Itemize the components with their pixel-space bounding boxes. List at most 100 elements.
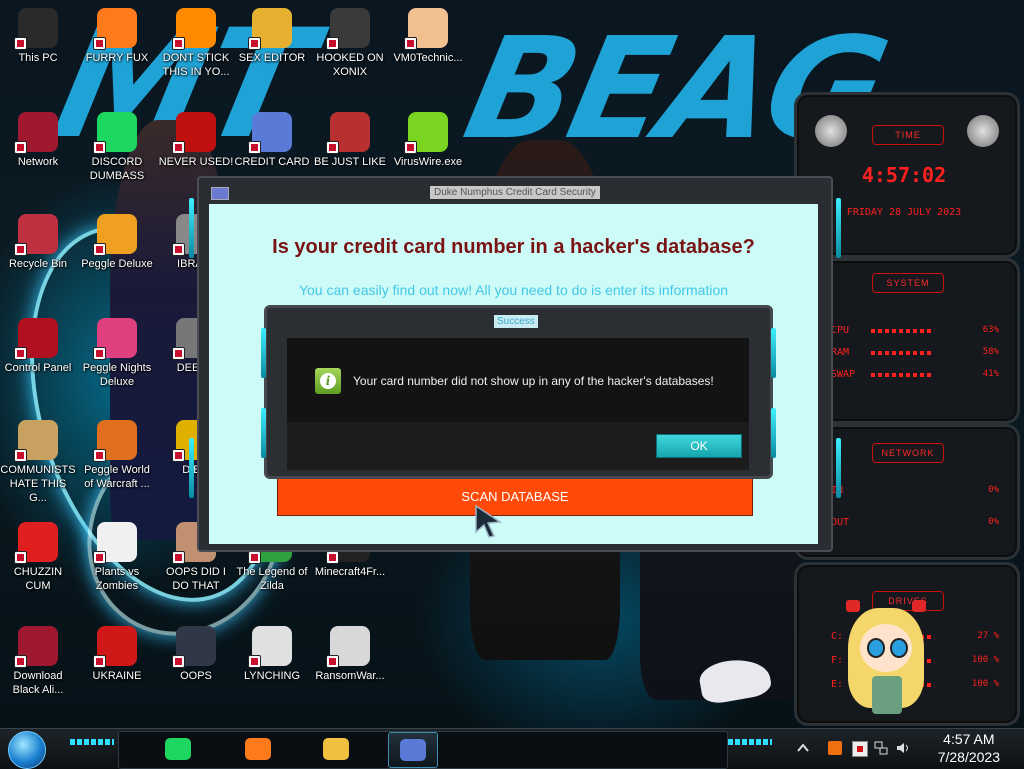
desktop-icon[interactable]: NEVER USED! [158, 112, 234, 169]
shortcut-arrow-icon [14, 551, 27, 564]
shortcut-arrow-icon [326, 141, 339, 154]
alien-head-icon [815, 115, 847, 147]
widget-usage-bar [871, 373, 931, 377]
desktop-icon[interactable]: UKRAINE [79, 626, 155, 683]
desktop-icon[interactable]: Control Panel [0, 318, 76, 375]
desktop-icon-label: CHUZZIN CUM [13, 566, 63, 592]
lime-icon [404, 112, 448, 154]
flag-icon[interactable] [852, 741, 868, 757]
desktop-icon[interactable]: RansomWar... [312, 626, 388, 683]
shortcut-arrow-icon [14, 243, 27, 256]
desktop-icon[interactable]: Plants vs Zombies [79, 522, 155, 593]
window-led-strip [836, 438, 841, 498]
desktop-icon[interactable]: HOOKED ON XONIX [312, 8, 388, 79]
widget-row-value: 63% [982, 325, 999, 335]
desktop-icon[interactable]: Peggle Deluxe [79, 214, 155, 271]
santa-icon [326, 112, 370, 154]
desktop-icon-label: DONT STICK THIS IN YO... [162, 52, 230, 78]
dev-cpp-icon [172, 112, 216, 154]
desktop-icon[interactable]: OOPS [158, 626, 234, 683]
credit-card-icon [400, 739, 426, 761]
desktop-icon[interactable]: FURRY FUX [79, 8, 155, 65]
taskbar-app-button[interactable] [388, 732, 438, 768]
clock-date: 7/28/2023 [937, 749, 1000, 765]
desktop-icon-label: FURRY FUX [85, 52, 149, 64]
dialog-footer: OK [287, 422, 749, 470]
firefox-icon [93, 8, 137, 50]
widget-row-label: OUT [831, 517, 850, 528]
desktop-icon[interactable]: VM0Technic... [390, 8, 466, 65]
desktop-icon-label: VirusWire.exe [393, 156, 463, 168]
shortcut-arrow-icon [172, 551, 185, 564]
desktop-icon[interactable]: LYNCHING [234, 626, 310, 683]
scan-database-button[interactable]: SCAN DATABASE [277, 476, 753, 516]
cartoon-character-sticker [838, 600, 934, 722]
peggle-nights-icon [93, 318, 137, 360]
widget-row-label: SWAP [831, 369, 856, 380]
desktop-icon[interactable]: CHUZZIN CUM [0, 522, 76, 593]
window-titlebar[interactable]: Duke Numphus Credit Card Security [207, 182, 819, 202]
window-led-strip [189, 438, 194, 498]
desktop-icon[interactable]: CREDIT CARD [234, 112, 310, 169]
taskbar-app-button[interactable] [312, 732, 360, 766]
shortcut-arrow-icon [172, 141, 185, 154]
dialog-led-strip [261, 408, 266, 458]
desktop-icon[interactable]: VirusWire.exe [390, 112, 466, 169]
desktop-icon[interactable]: BE JUST LIKE [312, 112, 388, 169]
desktop-icon-label: DISCORD DUMBASS [89, 156, 145, 182]
tray-app-icon[interactable] [828, 741, 842, 755]
desktop-icon-label: Plants vs Zombies [94, 566, 140, 592]
start-button[interactable] [8, 731, 46, 769]
network-icon[interactable] [874, 741, 888, 755]
desktop-icon[interactable]: DONT STICK THIS IN YO... [158, 8, 234, 79]
widget-row-value: 0% [988, 485, 999, 495]
window-led-strip [189, 198, 194, 258]
widget-usage-bar [871, 351, 931, 355]
taskbar: 4:57 AM 7/28/2023 [0, 728, 1024, 769]
desktop-icon-label: NEVER USED! [158, 156, 234, 168]
dialog-led-strip [261, 328, 266, 378]
taskbar-clock[interactable]: 4:57 AM 7/28/2023 [938, 730, 1000, 766]
desktop-icon-label: Peggle World of Warcraft ... [84, 464, 150, 490]
page-heading: Is your credit card number in a hacker's… [272, 236, 755, 258]
monitor-icon [172, 626, 216, 668]
shortcut-arrow-icon [93, 141, 106, 154]
time-widget-title: TIME [872, 125, 944, 145]
desktop-icon[interactable]: SEX EDITOR [234, 8, 310, 65]
system-widget-title: SYSTEM [872, 273, 944, 293]
flower-icon [93, 522, 137, 564]
widget-row-label: CPU [831, 325, 850, 336]
widget-row-value: 27 % [977, 631, 999, 641]
shortcut-arrow-icon [326, 37, 339, 50]
desktop-icon[interactable]: Network [0, 112, 76, 169]
computer-icon [14, 8, 58, 50]
desktop-icon[interactable]: DISCORD DUMBASS [79, 112, 155, 183]
doctor-icon [404, 8, 448, 50]
shortcut-arrow-icon [326, 551, 339, 564]
desktop-icon-label: Network [17, 156, 59, 168]
shortcut-arrow-icon [14, 347, 27, 360]
shortcut-arrow-icon [14, 655, 27, 668]
desktop-icon[interactable]: Download Black Ali... [0, 626, 76, 697]
taskbar-app-button[interactable] [154, 732, 202, 766]
desktop-icon-label: LYNCHING [243, 670, 301, 682]
ok-button[interactable]: OK [656, 434, 742, 458]
desktop-icon-label: Control Panel [4, 362, 72, 374]
desktop-icon[interactable]: Peggle World of Warcraft ... [79, 420, 155, 491]
desktop-icon[interactable]: Peggle Nights Deluxe [79, 318, 155, 389]
desktop-icon-label: BE JUST LIKE [314, 156, 386, 168]
shortcut-arrow-icon [93, 37, 106, 50]
chuzzle-icon [14, 522, 58, 564]
shortcut-arrow-icon [404, 141, 417, 154]
page-subtext: You can easily find out now! All you nee… [298, 282, 729, 298]
info-icon: i [315, 368, 341, 394]
desktop-icon[interactable]: Recycle Bin [0, 214, 76, 271]
desktop-icon-label: Peggle Nights Deluxe [82, 362, 152, 388]
desktop-icon[interactable]: This PC [0, 8, 76, 65]
desktop-icon[interactable]: COMMUNISTS HATE THIS G... [0, 420, 76, 505]
taskbar-app-button[interactable] [234, 732, 282, 766]
shortcut-arrow-icon [248, 551, 261, 564]
firefox-icon [245, 738, 271, 760]
show-hidden-icons-icon[interactable] [796, 741, 810, 755]
volume-icon[interactable] [896, 741, 910, 755]
